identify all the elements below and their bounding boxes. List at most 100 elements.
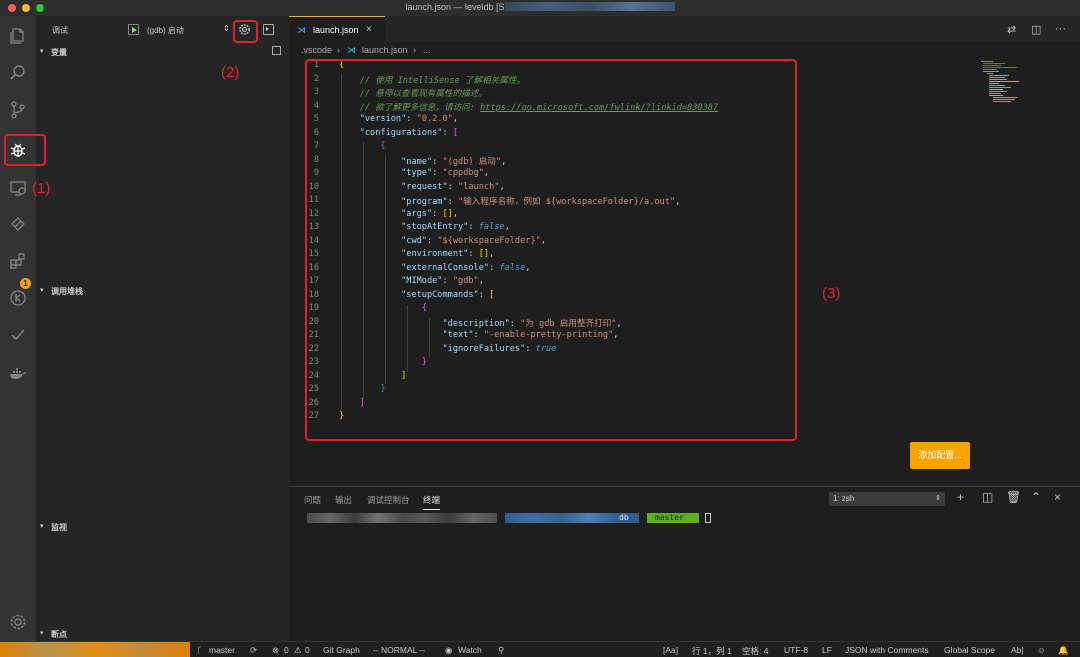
breadcrumb-file[interactable]: launch.json xyxy=(362,45,408,55)
chevron-down-icon: ▾ xyxy=(40,287,44,294)
error-icon: ⊗ xyxy=(272,645,280,655)
explorer-icon[interactable] xyxy=(6,24,30,48)
variables-section-header[interactable]: ▾ 变量 xyxy=(36,44,289,58)
git-graph-icon[interactable] xyxy=(6,286,30,310)
split-editor-icon[interactable]: ◫ xyxy=(1031,23,1041,36)
checkmark-icon[interactable] xyxy=(6,323,30,347)
collapse-all-icon[interactable] xyxy=(272,46,281,55)
compare-icon[interactable]: ⇄ xyxy=(1007,23,1016,36)
test-flask-icon[interactable] xyxy=(6,212,30,236)
eye-icon: ◉ xyxy=(445,645,453,655)
annotation-label-2: (2) xyxy=(221,64,240,81)
terminal-path-redaction xyxy=(505,513,617,523)
window-title-text: launch.json — leveldb [S xyxy=(405,2,505,12)
split-terminal-icon[interactable]: ◫ xyxy=(982,490,993,504)
chevron-down-icon: ▾ xyxy=(40,630,44,637)
status-vim-mode: -- NORMAL -- xyxy=(373,645,426,655)
annotation-box-2 xyxy=(233,20,258,43)
close-tab-icon[interactable]: × xyxy=(366,24,372,35)
watch-section-header[interactable]: ▾ 监视 xyxy=(36,519,289,533)
breakpoints-section-header[interactable]: ▾ 断点 xyxy=(36,626,289,640)
debug-sidebar: 调试 (gdb) 启动 ⇕ ▾ 变量 ▾ 调用堆栈 ▾ 监视 ▾ 断点 xyxy=(36,16,289,641)
warning-icon: ⚠ xyxy=(294,645,302,655)
feedback-smiley-icon[interactable]: ☺ xyxy=(1037,645,1046,655)
call-stack-section-header[interactable]: ▾ 调用堆栈 xyxy=(36,283,289,297)
tab-terminal[interactable]: 终端 xyxy=(423,494,441,510)
docker-icon[interactable] xyxy=(6,361,30,385)
extensions-icon[interactable] xyxy=(6,249,30,273)
status-indentation[interactable]: 空格: 4 xyxy=(742,645,768,657)
status-ab[interactable]: Ab| xyxy=(1011,645,1024,655)
pin-icon[interactable]: ⚲ xyxy=(498,645,504,656)
status-scope[interactable]: Global Scope xyxy=(944,645,995,655)
add-configuration-button[interactable]: 添加配置... xyxy=(910,442,970,469)
manage-gear-icon[interactable] xyxy=(6,610,30,634)
branch-icon: ᚴ xyxy=(197,645,203,655)
title-bar: launch.json — leveldb [S xyxy=(0,0,1080,16)
start-debugging-button[interactable] xyxy=(128,24,139,35)
close-panel-icon[interactable]: × xyxy=(1054,490,1061,504)
status-git-graph[interactable]: Git Graph xyxy=(323,645,360,655)
status-case-toggle[interactable]: [Aa] xyxy=(663,645,678,655)
source-control-icon[interactable] xyxy=(6,98,30,122)
remote-status-redaction[interactable] xyxy=(0,642,190,657)
breadcrumb-more[interactable]: ... xyxy=(423,45,431,55)
status-watch[interactable]: Watch xyxy=(458,645,482,655)
breadcrumb-separator: › xyxy=(413,45,416,55)
bottom-panel: 问题 输出 调试控制台 终端 1: zsh ⇕ + ◫ 🗑 ⌃ × db mas… xyxy=(289,486,1080,641)
status-bar: ᚴ master ⟳ ⊗ 0 ⚠ 0 Git Graph -- NORMAL -… xyxy=(0,641,1080,657)
tab-label: launch.json xyxy=(313,25,359,35)
terminal-redaction xyxy=(307,513,497,523)
terminal-select[interactable]: 1: zsh ⇕ xyxy=(829,492,945,506)
vscode-file-icon: ⋊ xyxy=(347,45,356,55)
trash-icon[interactable]: 🗑 xyxy=(1006,490,1021,504)
annotation-box-1 xyxy=(4,134,46,166)
vscode-file-icon: ⋊ xyxy=(297,25,306,35)
watch-label: 监视 xyxy=(51,523,67,532)
annotation-label-3: (3) xyxy=(822,285,841,302)
breadcrumb-separator: › xyxy=(337,45,340,55)
status-language[interactable]: JSON with Comments xyxy=(845,645,929,655)
bell-icon[interactable]: 🔔 xyxy=(1058,645,1069,656)
new-terminal-icon[interactable]: + xyxy=(957,490,964,504)
annotation-box-3 xyxy=(305,59,797,441)
terminal-select-value: 1: zsh xyxy=(833,494,855,503)
sync-icon[interactable]: ⟳ xyxy=(250,645,257,656)
breadcrumb-folder[interactable]: .vscode xyxy=(301,45,332,55)
tab-problems[interactable]: 问题 xyxy=(304,494,321,506)
remote-explorer-icon[interactable] xyxy=(6,176,30,200)
status-branch[interactable]: master xyxy=(209,645,235,655)
status-encoding[interactable]: UTF-8 xyxy=(784,645,808,655)
chevron-updown-icon[interactable]: ⇕ xyxy=(223,24,230,33)
window-title: launch.json — leveldb [S xyxy=(0,2,1080,12)
error-count[interactable]: 0 xyxy=(284,645,289,655)
debug-config-select[interactable]: (gdb) 启动 xyxy=(147,25,184,36)
status-cursor-position[interactable]: 行 1，列 1 xyxy=(692,645,732,657)
breakpoints-label: 断点 xyxy=(51,630,67,639)
chevron-updown-icon: ⇕ xyxy=(935,495,941,502)
call-stack-label: 调用堆栈 xyxy=(51,287,83,296)
prompt-branch: master xyxy=(647,513,699,523)
vscode-window: launch.json — leveldb [S 1 调试 (gdb) 启动 ⇕… xyxy=(0,0,1080,657)
maximize-panel-icon[interactable]: ⌃ xyxy=(1031,490,1041,504)
chevron-down-icon: ▾ xyxy=(40,523,44,530)
more-actions-icon[interactable]: ··· xyxy=(1055,23,1066,35)
debug-console-icon[interactable] xyxy=(263,24,274,35)
activity-bar: 1 xyxy=(0,16,36,641)
tab-launch-json[interactable]: ⋊ launch.json × xyxy=(289,16,385,42)
breadcrumb: .vscode › ⋊ launch.json › ... xyxy=(289,42,1080,58)
tab-output[interactable]: 输出 xyxy=(335,494,352,506)
annotation-label-1: (1) xyxy=(32,180,51,197)
editor-tabs: ⋊ launch.json × ⇄ ◫ ··· xyxy=(289,16,1080,42)
title-redaction xyxy=(504,2,675,11)
search-icon[interactable] xyxy=(6,61,30,85)
variables-label: 变量 xyxy=(51,48,67,57)
minimap[interactable] xyxy=(979,60,1039,105)
tab-debug-console[interactable]: 调试控制台 xyxy=(367,494,410,506)
terminal-cursor xyxy=(705,513,711,523)
debug-title: 调试 xyxy=(52,26,68,35)
chevron-down-icon: ▾ xyxy=(40,48,44,55)
prompt-dir: db xyxy=(617,513,639,523)
status-eol[interactable]: LF xyxy=(822,645,832,655)
warning-count[interactable]: 0 xyxy=(305,645,310,655)
